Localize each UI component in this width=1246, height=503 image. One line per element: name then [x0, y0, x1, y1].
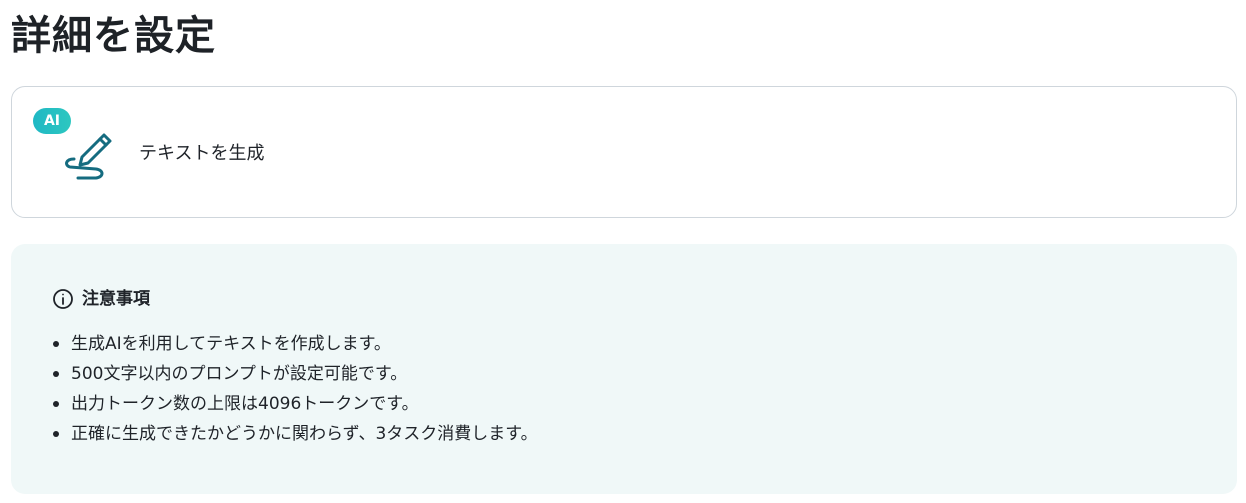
bullet-icon — [53, 401, 59, 407]
list-item: 正確に生成できたかどうかに関わらず、3タスク消費します。 — [51, 419, 538, 449]
list-item: 出力トークン数の上限は4096トークンです。 — [51, 389, 538, 419]
list-item-text: 正確に生成できたかどうかに関わらず、3タスク消費します。 — [71, 424, 538, 444]
list-item: 生成AIを利用してテキストを作成します。 — [51, 329, 538, 359]
list-item-text: 500文字以内のプロンプトが設定可能です。 — [71, 364, 408, 384]
action-card-generate-text[interactable]: AI テキストを生成 — [11, 86, 1237, 218]
bullet-icon — [53, 371, 59, 377]
action-label: テキストを生成 — [139, 143, 265, 164]
info-circle-icon — [53, 289, 73, 309]
notice-panel: 注意事項 生成AIを利用してテキストを作成します。 500文字以内のプロンプトが… — [11, 244, 1237, 494]
bullet-icon — [53, 341, 59, 347]
page-title: 詳細を設定 — [11, 13, 216, 59]
list-item-text: 出力トークン数の上限は4096トークンです。 — [71, 394, 419, 414]
list-item: 500文字以内のプロンプトが設定可能です。 — [51, 359, 538, 389]
notice-list: 生成AIを利用してテキストを作成します。 500文字以内のプロンプトが設定可能で… — [51, 329, 538, 449]
bullet-icon — [53, 431, 59, 437]
list-item-text: 生成AIを利用してテキストを作成します。 — [71, 334, 391, 354]
pen-signature-icon — [65, 133, 112, 180]
notice-header: 注意事項 — [52, 286, 150, 312]
notice-title: 注意事項 — [82, 289, 150, 309]
